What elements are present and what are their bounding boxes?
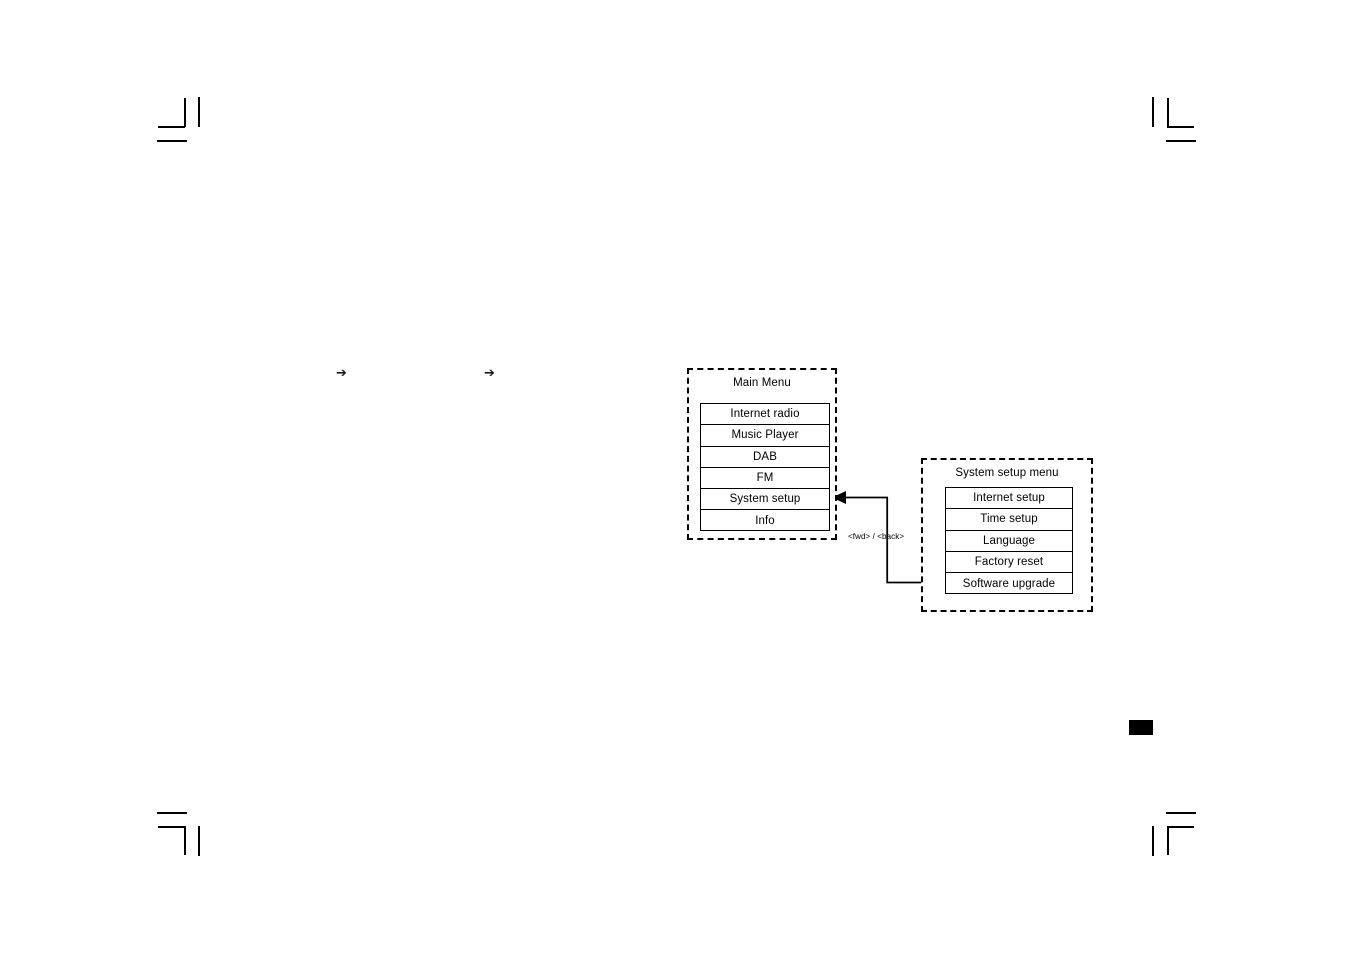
main-menu-item-info[interactable]: Info [701,510,829,531]
main-menu-table: Internet radio Music Player DAB FM Syste… [700,403,830,531]
system-setup-item-software-upgrade[interactable]: Software upgrade [946,573,1072,594]
system-setup-item-language[interactable]: Language [946,531,1072,552]
main-menu-item-system-setup[interactable]: System setup [701,489,829,511]
connector-label: <fwd> / <back> [848,532,905,541]
system-setup-item-time-setup[interactable]: Time setup [946,509,1072,531]
crop-mark-top-left [140,85,230,165]
main-menu-box: Main Menu Internet radio Music Player DA… [687,368,837,540]
main-menu-title: Main Menu [733,377,791,389]
main-menu-item-dab[interactable]: DAB [701,447,829,468]
crop-mark-bottom-right [1140,795,1230,875]
manual-page: ➔ ➔ <fwd> / <back> Main Menu Internet ra… [0,0,1351,954]
system-setup-item-factory-reset[interactable]: Factory reset [946,552,1072,574]
main-menu-item-internet-radio[interactable]: Internet radio [701,404,829,426]
system-setup-menu-title: System setup menu [955,467,1059,479]
arrow-glyph-1: ➔ [336,366,347,381]
system-setup-item-internet-setup[interactable]: Internet setup [946,488,1072,510]
main-menu-item-music-player[interactable]: Music Player [701,425,829,447]
main-menu-item-fm[interactable]: FM [701,468,829,490]
system-setup-menu-box: System setup menu Internet setup Time se… [921,458,1093,612]
page-edge-tab-marker [1129,720,1153,735]
system-setup-menu-table: Internet setup Time setup Language Facto… [945,487,1073,594]
arrow-glyph-2: ➔ [484,366,495,381]
crop-mark-bottom-left [140,795,230,875]
crop-mark-top-right [1140,85,1230,165]
